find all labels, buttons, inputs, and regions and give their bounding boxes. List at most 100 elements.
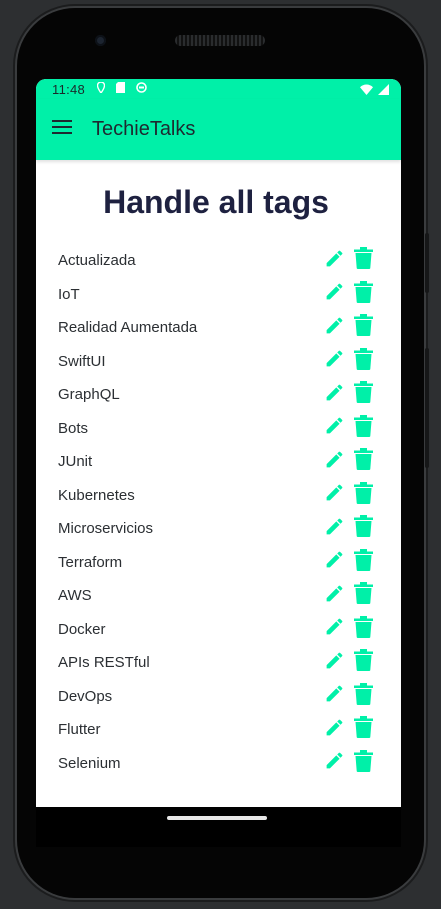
edit-tag-button[interactable] <box>323 517 345 541</box>
tag-actions <box>323 682 374 708</box>
tag-actions <box>323 649 374 676</box>
app-title: TechieTalks <box>92 118 196 140</box>
tag-name: Selenium <box>58 754 121 772</box>
status-bar: 11:48 <box>36 79 401 99</box>
page-title: Handle all tags <box>103 184 329 220</box>
tag-row: Flutter <box>58 713 374 747</box>
trash-icon <box>353 481 373 509</box>
tag-actions <box>323 749 374 777</box>
tag-row: DevOps <box>58 680 374 714</box>
edit-tag-button[interactable] <box>323 483 345 507</box>
delete-tag-button[interactable] <box>352 314 374 341</box>
edit-tag-button[interactable] <box>323 751 345 775</box>
edit-tag-button[interactable] <box>323 550 345 574</box>
volume-button <box>425 348 429 468</box>
main-content: Handle all tags Actualizada IoT Realidad… <box>36 182 401 780</box>
delete-tag-button[interactable] <box>352 716 374 742</box>
signal-icon <box>378 83 389 98</box>
edit-tag-button[interactable] <box>323 584 345 608</box>
pencil-icon <box>324 482 345 508</box>
delete-tag-button[interactable] <box>352 615 374 643</box>
edit-tag-button[interactable] <box>323 383 345 407</box>
wifi-icon <box>360 83 373 98</box>
edit-tag-button[interactable] <box>323 718 345 742</box>
tag-row: Bots <box>58 412 374 446</box>
system-nav-bar <box>36 807 401 847</box>
tag-row: Microservicios <box>58 512 374 546</box>
pencil-icon <box>324 549 345 575</box>
trash-icon <box>353 615 373 643</box>
edit-tag-button[interactable] <box>323 282 345 306</box>
app-screen: 11:48 TechieTalks Handle all tags Actual… <box>36 79 401 807</box>
delete-tag-button[interactable] <box>352 448 374 474</box>
tag-row: Docker <box>58 613 374 647</box>
tag-actions <box>323 381 374 408</box>
pencil-icon <box>324 750 345 776</box>
delete-tag-button[interactable] <box>352 682 374 708</box>
tag-name: Flutter <box>58 721 101 739</box>
trash-icon <box>353 347 373 375</box>
tag-actions <box>323 314 374 341</box>
tag-name: Terraform <box>58 553 123 571</box>
edit-tag-button[interactable] <box>323 316 345 340</box>
delete-tag-button[interactable] <box>352 414 374 440</box>
edit-tag-button[interactable] <box>323 349 345 373</box>
delete-tag-button[interactable] <box>352 347 374 375</box>
delete-tag-button[interactable] <box>352 247 374 273</box>
edit-tag-button[interactable] <box>323 684 345 708</box>
pencil-icon <box>324 415 345 441</box>
tag-actions <box>323 582 374 609</box>
location-icon <box>96 81 106 96</box>
tag-actions <box>323 347 374 375</box>
tag-actions <box>323 414 374 440</box>
tag-actions <box>323 716 374 742</box>
tag-actions <box>323 548 374 576</box>
edit-tag-button[interactable] <box>323 617 345 641</box>
menu-button[interactable] <box>36 102 92 158</box>
pencil-icon <box>324 281 345 307</box>
delete-tag-button[interactable] <box>352 381 374 408</box>
tag-row: JUnit <box>58 445 374 479</box>
edit-tag-button[interactable] <box>323 416 345 440</box>
trash-icon <box>353 548 373 576</box>
pencil-icon <box>324 650 345 676</box>
trash-icon <box>353 515 373 542</box>
trash-icon <box>353 381 373 408</box>
data-saver-icon <box>136 82 147 96</box>
tag-row: APIs RESTful <box>58 646 374 680</box>
home-gesture-handle[interactable] <box>167 816 267 820</box>
tag-list: Actualizada IoT Realidad Aumentada Swift… <box>58 244 374 780</box>
earpiece-speaker <box>175 35 265 46</box>
tag-name: IoT <box>58 285 80 303</box>
tag-name: DevOps <box>58 687 113 705</box>
delete-tag-button[interactable] <box>352 749 374 777</box>
pencil-icon <box>324 382 345 408</box>
edit-tag-button[interactable] <box>323 450 345 474</box>
delete-tag-button[interactable] <box>352 515 374 542</box>
pencil-icon <box>324 583 345 609</box>
edit-tag-button[interactable] <box>323 651 345 675</box>
tag-row: Selenium <box>58 747 374 781</box>
front-camera <box>95 35 106 46</box>
delete-tag-button[interactable] <box>352 548 374 576</box>
delete-tag-button[interactable] <box>352 481 374 509</box>
edit-tag-button[interactable] <box>323 249 345 273</box>
pencil-icon <box>324 449 345 475</box>
delete-tag-button[interactable] <box>352 280 374 306</box>
trash-icon <box>353 749 373 777</box>
hamburger-menu-icon <box>52 120 72 139</box>
tag-name: Docker <box>58 620 106 638</box>
tag-row: Kubernetes <box>58 479 374 513</box>
pencil-icon <box>324 717 345 743</box>
trash-icon <box>353 582 373 609</box>
delete-tag-button[interactable] <box>352 582 374 609</box>
tag-name: SwiftUI <box>58 352 106 370</box>
tag-row: Terraform <box>58 546 374 580</box>
tag-name: Actualizada <box>58 252 136 270</box>
delete-tag-button[interactable] <box>352 649 374 676</box>
pencil-icon <box>324 516 345 542</box>
status-time: 11:48 <box>52 81 86 97</box>
trash-icon <box>353 649 373 676</box>
phone-frame: 11:48 TechieTalks Handle all tags Actual… <box>17 8 429 898</box>
trash-icon <box>353 314 373 341</box>
